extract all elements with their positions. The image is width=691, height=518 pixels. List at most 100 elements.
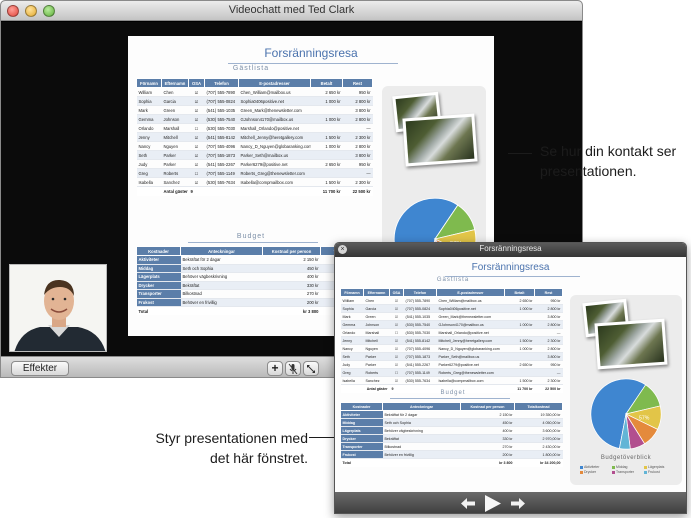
guest-rest: 950 kr: [534, 296, 563, 305]
guest-last-name: Parker: [363, 352, 390, 361]
guest-email: Isabella@compmailbox.com: [436, 376, 505, 385]
guest-row: Jenny Mitchell ☑ (541) 555-8142 Mitchell_Jen…: [340, 336, 563, 345]
guest-rest: 2 800 kr: [342, 114, 373, 124]
guest-phone: (530) 555-7030: [403, 328, 437, 337]
guest-osa: ☑: [188, 159, 205, 169]
fullscreen-button[interactable]: [303, 361, 319, 376]
guest-first-name: Orlando: [340, 328, 364, 337]
guest-email: Roberts_Greg@thenewsletter.com: [436, 368, 505, 377]
guest-phone: (707) 555-1149: [204, 168, 239, 178]
guest-osa: ☑: [389, 344, 404, 353]
guest-paid: 2 650 kr: [310, 159, 343, 169]
guest-first-name: Orlando: [136, 123, 162, 133]
guest-paid: 1 000 kr: [504, 304, 535, 313]
guest-rest: —: [342, 168, 373, 178]
budget-note: Behöver en frivillig: [180, 298, 263, 307]
guest-osa: ☑: [188, 114, 205, 124]
guest-last-name: Marshall: [161, 123, 189, 133]
empty-cell: [136, 186, 162, 196]
guest-osa: ☑: [389, 296, 404, 305]
budget-total-per-person: kr 3 800: [262, 306, 321, 315]
guest-osa: ☑: [389, 360, 404, 369]
guest-total-row: Antal gäster 9 11 700 kr 22 500 kr: [136, 186, 373, 196]
guest-osa: ☑: [188, 141, 205, 151]
guest-last-name: Nguyen: [161, 141, 189, 151]
previous-arrow-icon[interactable]: [461, 498, 475, 509]
budget-total: 2 970,00 kr: [514, 434, 563, 443]
guest-first-name: Judy: [340, 360, 364, 369]
guest-row: Orlando Marshall ☐ (530) 555-7030 Marshall_O…: [340, 328, 563, 337]
guest-list-heading: Gästlista: [232, 65, 270, 72]
budget-category: Frukost: [340, 450, 383, 459]
budget-col-notes: Anteckningar: [382, 402, 461, 411]
budget-category: Lägerplats: [340, 426, 383, 435]
budget-row: LägerplatsBehöver vägbeskrivning400 kr3 …: [340, 426, 563, 435]
guest-rest: —: [534, 368, 563, 377]
guest-paid: 1 000 kr: [310, 114, 343, 124]
play-icon[interactable]: [485, 495, 501, 512]
guest-phone: (530) 555-7030: [204, 123, 239, 133]
guest-phone: (530) 555-7634: [403, 376, 437, 385]
budget-total-label: Total: [340, 458, 461, 467]
guest-first-name: Gemma: [136, 114, 162, 124]
add-participant-button[interactable]: +: [267, 361, 283, 376]
legend-item: Transporter: [612, 470, 634, 474]
callout-contact-view: Se hur din kontakt ser presentationen.: [540, 143, 677, 179]
col-header-first: Förnamn: [136, 78, 162, 88]
budget-per-person: 450 kr: [262, 264, 321, 273]
callout-control-window: Styr presentationen med det här fönstret…: [155, 430, 308, 466]
guest-last-name: Green: [161, 105, 189, 115]
next-arrow-icon[interactable]: [511, 498, 525, 509]
guest-email: Nancy_D_Nguyen@globaranking.com: [436, 344, 505, 353]
guest-osa: ☐: [389, 328, 404, 337]
guest-phone: (707) 555-7890: [204, 87, 239, 97]
budget-note: Behöver vägbeskrivning: [382, 426, 461, 435]
legend-item: Middag: [612, 465, 627, 469]
legend-swatch: [612, 465, 615, 469]
guest-first-name: Seth: [136, 150, 162, 160]
budget-row: TransporterBilkostnad270 kr2 430,00 kr: [340, 442, 563, 451]
guest-row: William Chen ☑ (707) 555-7890 Chen_William@m…: [136, 87, 373, 97]
budget-note: Bekräftat: [382, 434, 461, 443]
col-header-email: E-postadresser: [436, 288, 505, 297]
guest-last-name: Mitchell: [161, 132, 189, 142]
guest-paid: 2 650 kr: [504, 360, 535, 369]
budget-table-small: Kostnader Anteckningar Kostnad per perso…: [340, 402, 563, 467]
budget-per-person: 400 kr: [460, 426, 515, 435]
guest-last-name: Parker: [161, 150, 189, 160]
guest-email: Parker6279@positive.net: [238, 159, 311, 169]
guest-osa: ☑: [389, 336, 404, 345]
guest-last-name: Green: [363, 312, 390, 321]
control-window-title-bar: × Forsränningsresa: [335, 243, 686, 257]
legend-swatch: [580, 470, 583, 474]
col-header-last: Efternamn: [363, 288, 390, 297]
guest-row: Judy Parker ☑ (541) 555-2267 Parker6279@posi…: [136, 159, 373, 169]
guest-paid: [504, 352, 535, 361]
guest-total-count: 9: [188, 186, 311, 196]
budget-per-person: 2 150 kr: [460, 410, 515, 419]
col-header-rest: Rest: [342, 78, 373, 88]
guest-phone: (541) 555-8142: [204, 132, 239, 142]
guest-email: Parker_Seth@mailbox.us: [238, 150, 311, 160]
guest-email: Parker_Seth@mailbox.us: [436, 352, 505, 361]
guest-total-rest: 22 500 kr: [342, 186, 373, 196]
guest-email: Parker6279@positive.net: [436, 360, 505, 369]
guest-email: Chen_William@mailbox.us: [238, 87, 311, 97]
guest-email: GJohnson4170@mailbox.us: [436, 320, 505, 329]
budget-note: Seth och Sophia: [180, 264, 263, 273]
guest-phone: (530) 555-7540: [204, 114, 239, 124]
guest-row: Nancy Nguyen ☑ (707) 555-4096 Nancy_D_Nguyen…: [136, 141, 373, 151]
col-header-paid: Betalt: [504, 288, 535, 297]
guest-last-name: Sanchez: [161, 177, 189, 187]
budget-category: Middag: [340, 418, 383, 427]
guest-row: Seth Parker ☑ (707) 555-1873 Parker_Seth@mai…: [136, 150, 373, 160]
guest-last-name: Garcia: [161, 96, 189, 106]
guest-last-name: Chen: [363, 296, 390, 305]
mute-button[interactable]: [285, 361, 301, 376]
budget-per-person: 330 kr: [262, 281, 321, 290]
budget-underline-small: [390, 398, 510, 399]
guest-phone: (541) 555-2267: [403, 360, 437, 369]
effects-button[interactable]: Effekter: [11, 361, 69, 376]
guest-paid: [310, 168, 343, 178]
guest-email: Green_Mark@thenewsletter.com: [238, 105, 311, 115]
